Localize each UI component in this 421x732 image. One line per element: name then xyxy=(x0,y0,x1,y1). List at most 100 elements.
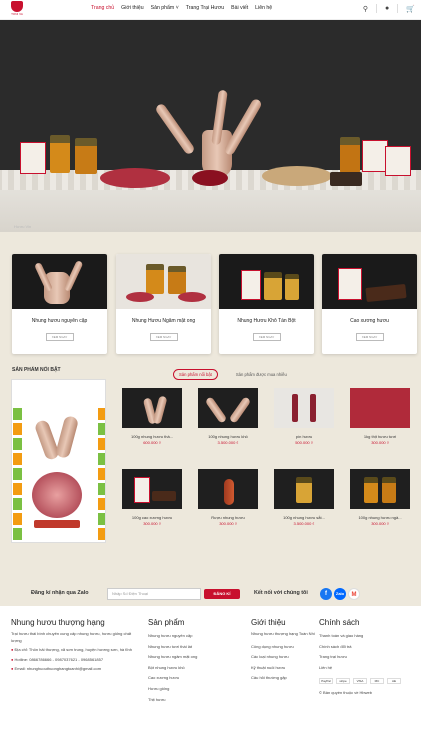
footer-link[interactable]: Nhung hươu ngâm mật ong xyxy=(148,652,243,663)
footer-address: ● Địa chỉ: Thôn hải thượng, xã sơn trung… xyxy=(11,647,139,654)
product-image-item xyxy=(292,394,298,422)
nav-blog[interactable]: Bài viết xyxy=(231,5,248,11)
tab-best-sellers[interactable]: Sản phẩm được mua nhiều xyxy=(236,372,287,377)
user-icon[interactable]: ● xyxy=(385,5,389,12)
category-card[interactable]: Nhung Hươu Khô Tán Bột XEM NGAY xyxy=(219,254,314,354)
footer-link[interactable]: Cao xương hươu xyxy=(148,673,243,684)
product-name: 100g nhung hươu thả... xyxy=(131,434,173,439)
location-icon: ● xyxy=(11,647,14,652)
facebook-icon[interactable]: f xyxy=(320,588,332,600)
footer-link[interactable]: Thanh toán và giao hàng xyxy=(319,631,415,642)
category-image-box xyxy=(338,268,362,300)
hero-slab xyxy=(330,172,362,186)
product-card[interactable]: 100g cao xương hươu 300.000 ₫ xyxy=(117,469,187,549)
footer-link[interactable]: Bột nhung hươu khô xyxy=(148,663,243,674)
hero-jar xyxy=(340,137,360,173)
footer-link[interactable]: Nhung hươu nguyên cặp xyxy=(148,631,243,642)
footer-link[interactable]: Liên hệ xyxy=(319,663,415,674)
zalo-icon[interactable]: Zalo xyxy=(334,588,346,600)
product-card[interactable]: 1kg thịt hươu tươi 300.000 ₫ xyxy=(345,388,415,468)
footer-intro-title: Giới thiệu xyxy=(251,618,286,627)
product-card[interactable]: 100g nhung hươu sắt... 3.500.000 ₫ xyxy=(269,469,339,549)
hero-jar xyxy=(75,138,97,174)
product-image xyxy=(274,388,334,428)
category-name: Nhung Hươu Khô Tán Bột xyxy=(237,318,296,324)
cart-icon[interactable]: 🛒 xyxy=(406,5,415,13)
product-card[interactable]: 100g nhung hươu ngâ... 300.000 ₫ xyxy=(345,469,415,549)
category-card[interactable]: Cao xương hươu XEM NGAY xyxy=(322,254,417,354)
product-card[interactable]: Rượu nhung hươu 300.000 ₫ xyxy=(193,469,263,549)
footer-link[interactable]: Công dụng nhung hươu xyxy=(251,642,315,653)
hero-jar xyxy=(50,135,70,173)
banner-right-labels xyxy=(98,408,105,540)
nav-about[interactable]: Giới thiệu xyxy=(121,5,143,11)
product-image-antler xyxy=(224,479,234,505)
footer: Nhung hươu thượng hạng Trại hươu thái bì… xyxy=(0,610,421,732)
product-price: 300.000 ₫ xyxy=(219,521,237,526)
hero-box xyxy=(20,142,46,174)
footer-email: ● Email: nhunghuouthuonghangtoanhi@gmail… xyxy=(11,666,139,673)
nav-contact[interactable]: Liên hệ xyxy=(255,5,272,11)
logo-text: TONI VA xyxy=(11,12,23,16)
product-image xyxy=(198,388,258,428)
nav-home[interactable]: Trang chủ xyxy=(91,5,114,11)
nav-farm[interactable]: Trang Trại Hươu xyxy=(186,5,224,11)
gmail-icon[interactable]: M xyxy=(348,588,360,600)
category-image-jar xyxy=(146,264,164,294)
footer-link[interactable]: Các loại nhung hươu xyxy=(251,652,315,663)
banner-background xyxy=(12,380,105,542)
search-icon[interactable]: ⚲ xyxy=(363,5,368,13)
nav-products[interactable]: Sản phẩm ˅ xyxy=(151,5,179,11)
featured-banner[interactable] xyxy=(11,379,106,543)
divider xyxy=(376,4,378,13)
product-name: pín hươu xyxy=(295,434,313,439)
product-price: 500.000 ₫ xyxy=(295,440,313,445)
product-price: 600.000 ₫ xyxy=(143,440,161,445)
amex-icon: AE xyxy=(387,678,401,685)
subscribe-bar: Đăng kí nhận qua Zalo Nhập Số Điện Thoại… xyxy=(0,585,421,605)
chevron-down-icon: ˅ xyxy=(175,5,179,11)
paypal-icon: PayPal xyxy=(319,678,333,685)
footer-about: Nhung hươu thượng hạng Trại hươu thái bì… xyxy=(11,618,139,673)
view-now-button[interactable]: XEM NGAY xyxy=(149,333,178,341)
subscribe-button[interactable]: ĐĂNG KÍ xyxy=(204,589,240,599)
tab-featured[interactable]: Sản phẩm nổi bật xyxy=(173,369,218,380)
product-image-antler xyxy=(152,395,168,425)
footer-link[interactable]: Câu hỏi thường gặp xyxy=(251,673,315,684)
hero-banner[interactable]: Hươu Vin xyxy=(0,20,421,232)
connect-label: Kết nối với chúng tôi xyxy=(254,590,308,596)
product-card[interactable]: pín hươu 500.000 ₫ xyxy=(269,388,339,468)
view-now-button[interactable]: XEM NGAY xyxy=(355,333,384,341)
footer-intro: Giới thiệu Nhung hươu thượng hạng Toàn N… xyxy=(251,618,315,684)
footer-link[interactable]: Nhung hươu tươi thái lát xyxy=(148,642,243,653)
footer-link[interactable]: Chính sách đổi trả xyxy=(319,642,415,653)
visa-icon: VISA xyxy=(353,678,367,685)
product-name: 100g cao xương hươu xyxy=(131,515,173,520)
product-name: 100g nhung hươu ngâ... xyxy=(358,515,402,520)
category-image xyxy=(12,254,107,309)
footer-policy: Chính sách Thanh toán và giao hàng Chính… xyxy=(319,618,415,697)
view-now-button[interactable]: XEM NGAY xyxy=(45,333,74,341)
footer-link[interactable]: Trang trại hươu xyxy=(319,652,415,663)
featured-section-title: SẢN PHẨM NỔI BẬT xyxy=(12,367,61,373)
footer-link[interactable]: Nhung hươu thượng hạng Toàn Nhi xyxy=(251,631,315,638)
product-card[interactable]: 100g nhung hươu thả... 600.000 ₫ xyxy=(117,388,187,468)
footer-link[interactable]: Thịt hươu xyxy=(148,695,243,706)
footer-link[interactable]: Hươu giống xyxy=(148,684,243,695)
stripe-icon: stripe xyxy=(336,678,350,685)
view-now-button[interactable]: XEM NGAY xyxy=(252,333,281,341)
phone-input[interactable]: Nhập Số Điện Thoại xyxy=(107,588,201,600)
category-image-slices xyxy=(126,292,154,302)
product-image xyxy=(350,469,410,509)
category-image xyxy=(322,254,417,309)
product-name: 1kg thịt hươu tươi xyxy=(363,434,397,439)
site-logo[interactable]: TONI VA xyxy=(10,1,24,18)
product-card[interactable]: 100g nhung hươu khô 3.500.000 ₫ xyxy=(193,388,263,468)
footer-link[interactable]: Kỹ thuật nuôi hươu xyxy=(251,663,315,674)
category-card[interactable]: Nhung Hươu Ngâm mật ong XEM NGAY xyxy=(116,254,211,354)
category-card[interactable]: Nhung hươu nguyên cặp XEM NGAY xyxy=(12,254,107,354)
header-icons: ⚲ ● 🛒 xyxy=(363,4,415,13)
category-name: Nhung Hươu Ngâm mật ong xyxy=(131,318,196,324)
payment-methods: PayPal stripe VISA MC AE xyxy=(319,678,415,685)
banner-stand xyxy=(34,520,80,528)
